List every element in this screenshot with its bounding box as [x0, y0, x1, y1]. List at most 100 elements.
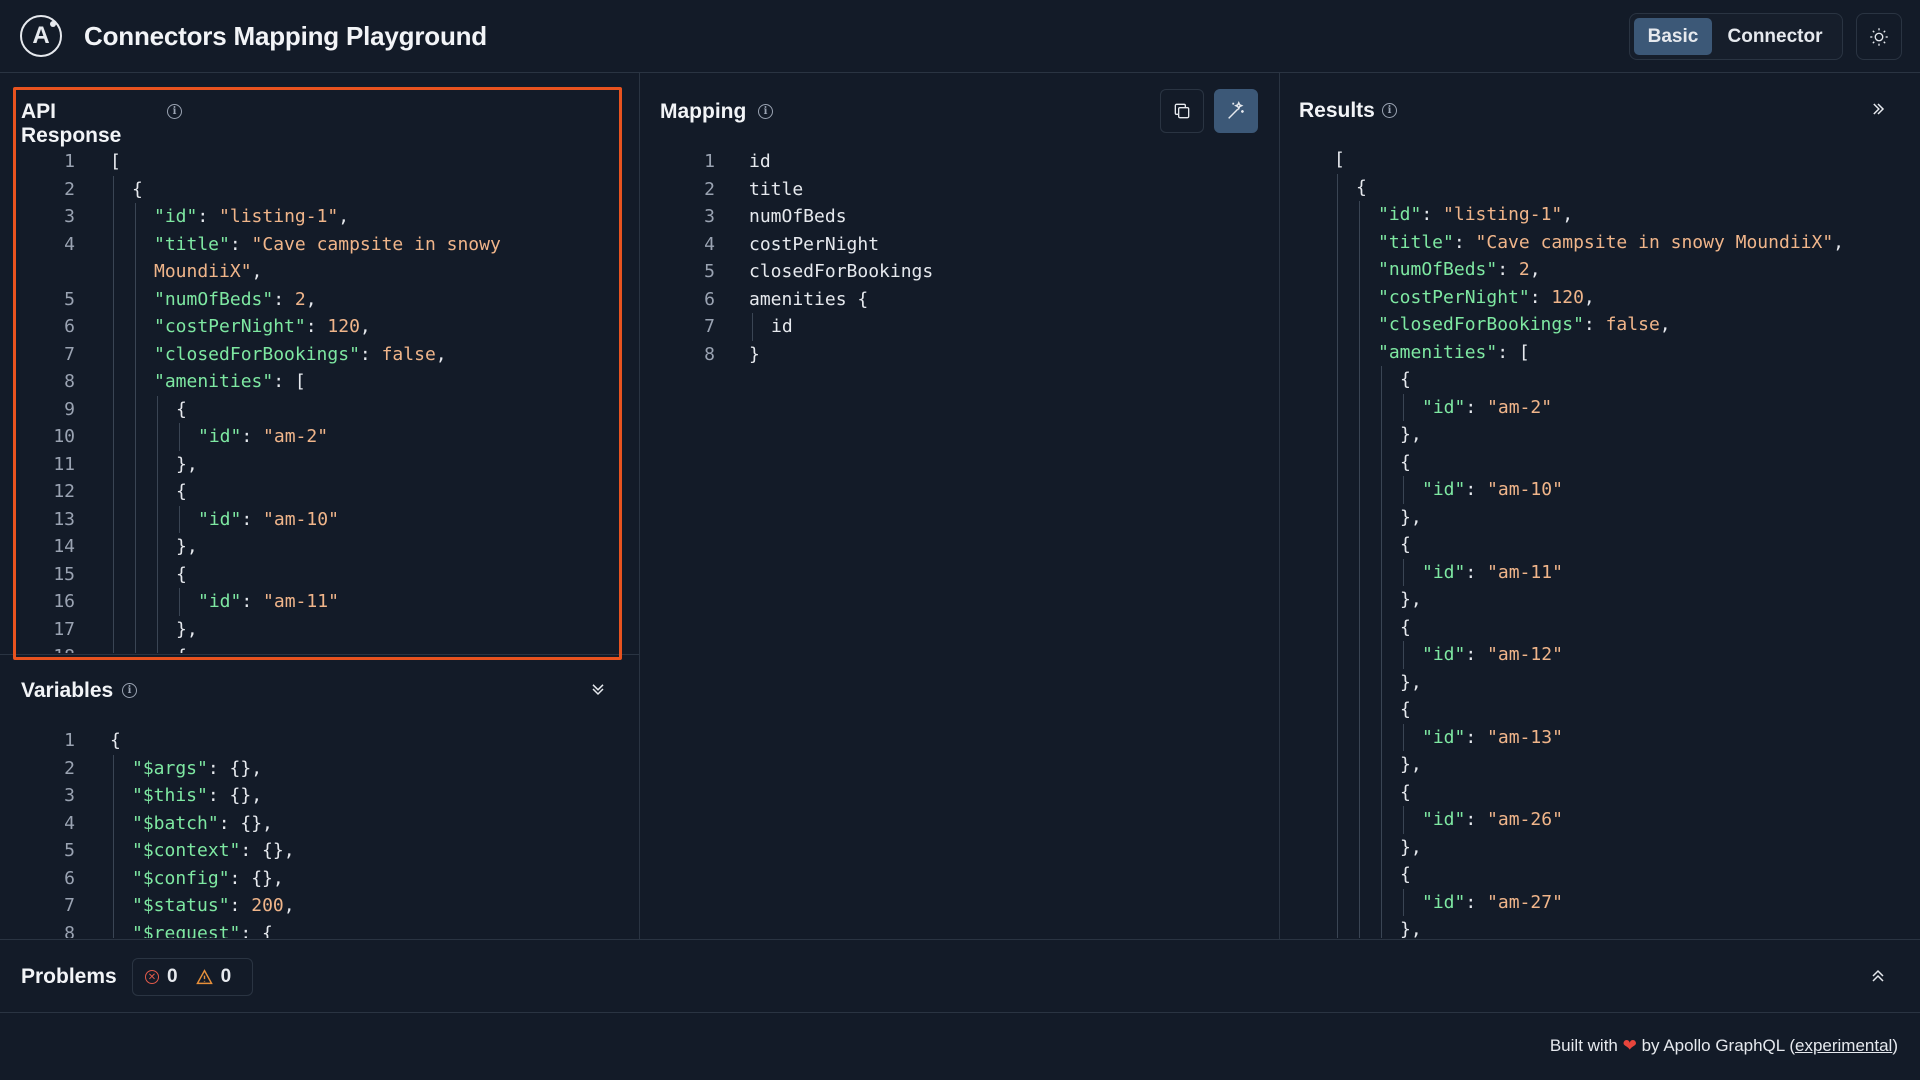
- code-text: },: [1400, 589, 1422, 610]
- indent-guide: [1359, 366, 1360, 394]
- mapping-editor[interactable]: 1 id 2 title 3 numOfBeds 4 costPerNight 5 closedF…: [660, 148, 1260, 928]
- code-line: "id": "listing-1",: [1334, 201, 1914, 229]
- code-text: {: [176, 481, 187, 502]
- line-number: 14: [53, 536, 75, 557]
- info-icon[interactable]: i: [167, 104, 182, 119]
- indent-guide: [113, 892, 114, 920]
- indent-guide: [1381, 393, 1382, 421]
- code-line: 15 {: [21, 560, 617, 588]
- info-icon[interactable]: i: [122, 683, 137, 698]
- indent-guide: [1337, 338, 1338, 366]
- code-line: 16 "id": "am-11": [21, 588, 617, 616]
- mapping-title: Mapping: [660, 100, 747, 123]
- experimental-link[interactable]: experimental: [1795, 1036, 1892, 1055]
- code-line: },: [1334, 916, 1914, 938]
- indent-guide: [135, 285, 136, 313]
- info-icon[interactable]: i: [758, 104, 773, 119]
- indent-guide: [1359, 833, 1360, 861]
- indent-guide: [1381, 476, 1382, 504]
- copy-icon: [1174, 103, 1190, 119]
- indent-guide: [1403, 723, 1404, 751]
- line-number: 17: [53, 618, 75, 640]
- error-count: ✕ 0: [145, 966, 178, 988]
- code-line: 2 title: [660, 176, 1260, 204]
- apollo-logo-icon: A: [20, 15, 62, 57]
- indent-guide: [1337, 888, 1338, 916]
- indent-guide: [135, 258, 136, 286]
- indent-guide: [135, 533, 136, 561]
- code-line: 3 "$this": {},: [21, 782, 617, 810]
- line-number: 12: [53, 481, 75, 502]
- mode-basic-button[interactable]: Basic: [1634, 18, 1712, 55]
- indent-guide: [1359, 338, 1360, 366]
- indent-guide: [1381, 751, 1382, 779]
- api-response-editor[interactable]: 1[2{3 "id": "listing-1", 4 "title": "Cave c…: [21, 148, 617, 653]
- indent-guide: [1381, 366, 1382, 394]
- code-text: "id": "am-2": [1422, 396, 1553, 418]
- line-number: 1: [64, 151, 75, 172]
- indent-guide: [1381, 888, 1382, 916]
- divider-api-variables: [0, 654, 639, 655]
- indent-guide: [1381, 421, 1382, 449]
- code-line: "id": "am-13": [1334, 723, 1914, 751]
- indent-guide: [113, 313, 114, 341]
- code-text: "title": "Cave campsite in snowy: [154, 233, 501, 255]
- problems-title: Problems: [21, 965, 117, 988]
- code-line: 10 "id": "am-2": [21, 423, 617, 451]
- variables-editor[interactable]: 1{2 "$args": {}, 3 "$this": {}, 4 "$batch": {…: [21, 727, 617, 938]
- collapse-variables-button[interactable]: [588, 679, 608, 704]
- code-text: MoundiiX",: [154, 261, 263, 282]
- code-line: 6 amenities {: [660, 286, 1260, 314]
- copy-button[interactable]: [1160, 89, 1204, 133]
- indent-guide: [135, 340, 136, 368]
- app-header: A Connectors Mapping Playground Basic Co…: [0, 0, 1920, 73]
- code-text: "id": "listing-1",: [1378, 204, 1574, 225]
- indent-guide: [113, 450, 114, 478]
- code-text: "id": "am-10": [1422, 479, 1563, 500]
- mode-toggle: Basic Connector: [1629, 13, 1843, 60]
- line-number: 6: [64, 316, 75, 337]
- indent-guide: [1359, 558, 1360, 586]
- problems-bar: Problems ✕ 0 0: [0, 939, 1920, 1013]
- code-line: [: [1334, 146, 1914, 174]
- indent-guide: [135, 505, 136, 533]
- indent-guide: [1359, 613, 1360, 641]
- code-text: },: [1400, 671, 1422, 693]
- mode-connector-button[interactable]: Connector: [1712, 18, 1838, 55]
- theme-toggle-button[interactable]: [1856, 13, 1902, 60]
- indent-guide: [113, 258, 114, 286]
- indent-guide: [1403, 558, 1404, 586]
- indent-guide: [1337, 531, 1338, 559]
- code-line: 4 "$batch": {},: [21, 809, 617, 837]
- code-line: 13 "id": "am-10": [21, 505, 617, 533]
- indent-guide: [135, 368, 136, 396]
- indent-guide: [1359, 806, 1360, 834]
- indent-guide: [1381, 586, 1382, 614]
- indent-guide: [113, 782, 114, 810]
- info-icon[interactable]: i: [1382, 103, 1397, 118]
- indent-guide: [1337, 586, 1338, 614]
- indent-guide: [1337, 558, 1338, 586]
- code-text: },: [1400, 506, 1422, 528]
- code-line: },: [1334, 421, 1914, 449]
- indent-guide: [1337, 833, 1338, 861]
- indent-guide: [1337, 421, 1338, 449]
- code-line: "closedForBookings": false,: [1334, 311, 1914, 339]
- expand-problems-button[interactable]: [1868, 966, 1888, 991]
- indent-guide: [1337, 723, 1338, 751]
- code-line: "costPerNight": 120,: [1334, 283, 1914, 311]
- code-line: {: [1334, 861, 1914, 889]
- format-button[interactable]: [1214, 89, 1258, 133]
- code-text: "numOfBeds": 2,: [1378, 259, 1541, 280]
- code-text: "closedForBookings": false,: [1378, 314, 1671, 335]
- expand-results-button[interactable]: [1868, 99, 1888, 124]
- indent-guide: [1359, 586, 1360, 614]
- indent-guide: [135, 615, 136, 643]
- footer: Built with ❤ by Apollo GraphQL (experime…: [1549, 1036, 1898, 1055]
- problem-counts[interactable]: ✕ 0 0: [132, 958, 253, 996]
- divider-right: [1279, 73, 1280, 939]
- indent-guide: [1359, 476, 1360, 504]
- indent-guide: [1337, 778, 1338, 806]
- code-text: "id": "am-11": [198, 591, 339, 612]
- indent-guide: [1403, 888, 1404, 916]
